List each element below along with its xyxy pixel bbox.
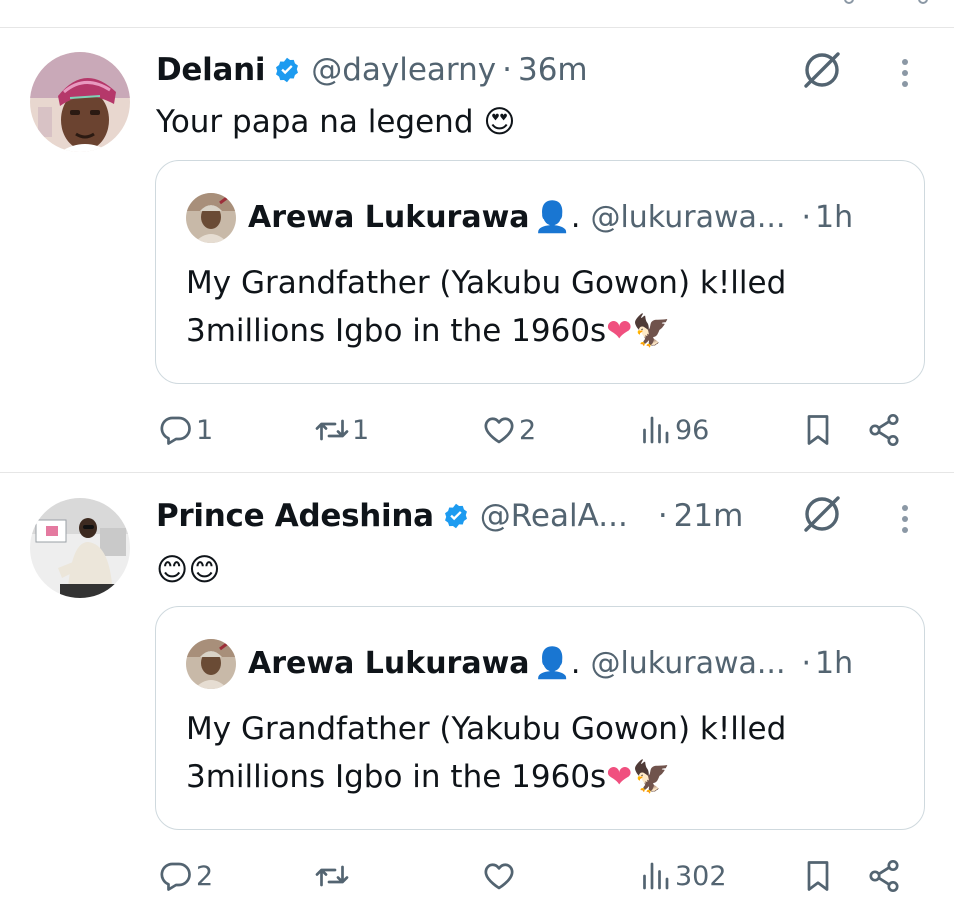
repost-icon bbox=[315, 419, 349, 441]
previous-tweet-icons-fragment bbox=[834, 0, 954, 8]
reply-button[interactable]: 1 bbox=[158, 408, 213, 452]
tweet-text: 😊😊 bbox=[156, 550, 221, 590]
tweet-text: Your papa na legend 😍 bbox=[156, 102, 516, 142]
author-name[interactable]: Delani bbox=[156, 52, 266, 88]
views-button[interactable]: 302 bbox=[637, 854, 727, 898]
bookmark-icon bbox=[807, 861, 829, 891]
share-button[interactable] bbox=[866, 408, 902, 452]
views-icon bbox=[643, 862, 669, 890]
repost-count: 1 bbox=[352, 414, 370, 446]
quoted-text-line-2: 3millions Igbo in the 1960s❤🦅 bbox=[186, 307, 906, 355]
quoted-author-emoji: 👤. bbox=[533, 199, 581, 235]
quoted-text-emojis: ❤🦅 bbox=[606, 313, 671, 349]
timestamp[interactable]: 21m bbox=[674, 498, 744, 534]
quoted-text-line-1: My Grandfather (Yakubu Gowon) k!lled bbox=[186, 711, 787, 747]
tweet-text-content: Your papa na legend bbox=[156, 104, 474, 140]
quoted-header: Arewa Lukurawa 👤. @lukurawa... · 1h bbox=[248, 641, 853, 685]
share-icon bbox=[869, 413, 899, 447]
reply-icon bbox=[160, 862, 191, 891]
quoted-tweet[interactable]: Arewa Lukurawa 👤. @lukurawa... · 1h My G… bbox=[155, 160, 925, 384]
quoted-text: My Grandfather (Yakubu Gowon) k!lled 3mi… bbox=[186, 259, 906, 355]
quoted-author-name: Arewa Lukurawa bbox=[248, 199, 530, 235]
like-count: 2 bbox=[519, 414, 537, 446]
repost-button[interactable] bbox=[314, 854, 352, 898]
tweet-actions: 2 302 bbox=[0, 854, 954, 898]
tweet-emoji: 😍 bbox=[483, 104, 516, 140]
tweet-actions: 1 1 2 96 bbox=[0, 408, 954, 452]
repost-button[interactable]: 1 bbox=[314, 408, 369, 452]
repost-icon bbox=[315, 865, 349, 887]
quoted-text-emojis: ❤🦅 bbox=[606, 759, 671, 795]
bookmark-button[interactable] bbox=[800, 854, 836, 898]
like-button[interactable] bbox=[481, 854, 519, 898]
quoted-text-line-2-content: 3millions Igbo in the 1960s bbox=[186, 759, 607, 795]
reply-count: 1 bbox=[196, 414, 214, 446]
views-button[interactable]: 96 bbox=[637, 408, 709, 452]
quoted-author-avatar bbox=[186, 639, 236, 689]
reply-icon bbox=[160, 416, 191, 445]
heart-icon bbox=[484, 417, 514, 444]
quoted-author-avatar bbox=[186, 193, 236, 243]
bookmark-icon bbox=[807, 415, 829, 445]
quoted-author-emoji: 👤. bbox=[533, 645, 581, 681]
quoted-text: My Grandfather (Yakubu Gowon) k!lled 3mi… bbox=[186, 705, 906, 801]
tweet-header: Prince Adeshina @RealA... · 21m bbox=[156, 494, 743, 538]
views-count: 96 bbox=[675, 414, 710, 446]
separator-dot: · bbox=[801, 199, 812, 235]
quoted-author-handle: @lukurawa... bbox=[590, 199, 786, 235]
reply-button[interactable]: 2 bbox=[158, 854, 213, 898]
separator-dot: · bbox=[801, 645, 812, 681]
views-count: 302 bbox=[675, 860, 727, 892]
more-options-icon[interactable] bbox=[896, 55, 914, 91]
author-name[interactable]: Prince Adeshina bbox=[156, 498, 434, 534]
quoted-text-line-1: My Grandfather (Yakubu Gowon) k!lled bbox=[186, 265, 787, 301]
quoted-text-line-2-content: 3millions Igbo in the 1960s bbox=[186, 313, 607, 349]
verified-badge-icon bbox=[442, 502, 470, 530]
quoted-tweet[interactable]: Arewa Lukurawa 👤. @lukurawa... · 1h My G… bbox=[155, 606, 925, 830]
bookmark-button[interactable] bbox=[800, 408, 836, 452]
tweet-emoji: 😊😊 bbox=[156, 552, 221, 588]
quoted-text-line-2: 3millions Igbo in the 1960s❤🦅 bbox=[186, 753, 906, 801]
author-handle[interactable]: @RealA... bbox=[480, 498, 628, 534]
quoted-timestamp: 1h bbox=[815, 199, 854, 235]
more-options-icon[interactable] bbox=[896, 501, 914, 537]
separator-dot: · bbox=[657, 498, 668, 534]
share-icon bbox=[869, 859, 899, 893]
separator-dot: · bbox=[502, 52, 512, 88]
views-icon bbox=[643, 416, 669, 444]
grok-icon[interactable] bbox=[800, 48, 844, 92]
like-button[interactable]: 2 bbox=[481, 408, 536, 452]
verified-badge-icon bbox=[273, 56, 301, 84]
grok-icon[interactable] bbox=[800, 492, 844, 536]
author-handle[interactable]: @daylearny bbox=[311, 52, 496, 88]
divider-top bbox=[0, 27, 954, 28]
quoted-timestamp: 1h bbox=[815, 645, 854, 681]
quoted-author-name: Arewa Lukurawa bbox=[248, 645, 530, 681]
tweet-header: Delani @daylearny · 36m bbox=[156, 48, 588, 92]
share-button[interactable] bbox=[866, 854, 902, 898]
quoted-author-handle: @lukurawa... bbox=[590, 645, 786, 681]
avatar[interactable] bbox=[30, 52, 130, 152]
reply-count: 2 bbox=[196, 860, 214, 892]
heart-icon bbox=[484, 863, 514, 890]
avatar[interactable] bbox=[30, 498, 130, 598]
divider-between-tweets bbox=[0, 472, 954, 473]
timestamp[interactable]: 36m bbox=[518, 52, 588, 88]
quoted-header: Arewa Lukurawa 👤. @lukurawa... · 1h bbox=[248, 195, 853, 239]
